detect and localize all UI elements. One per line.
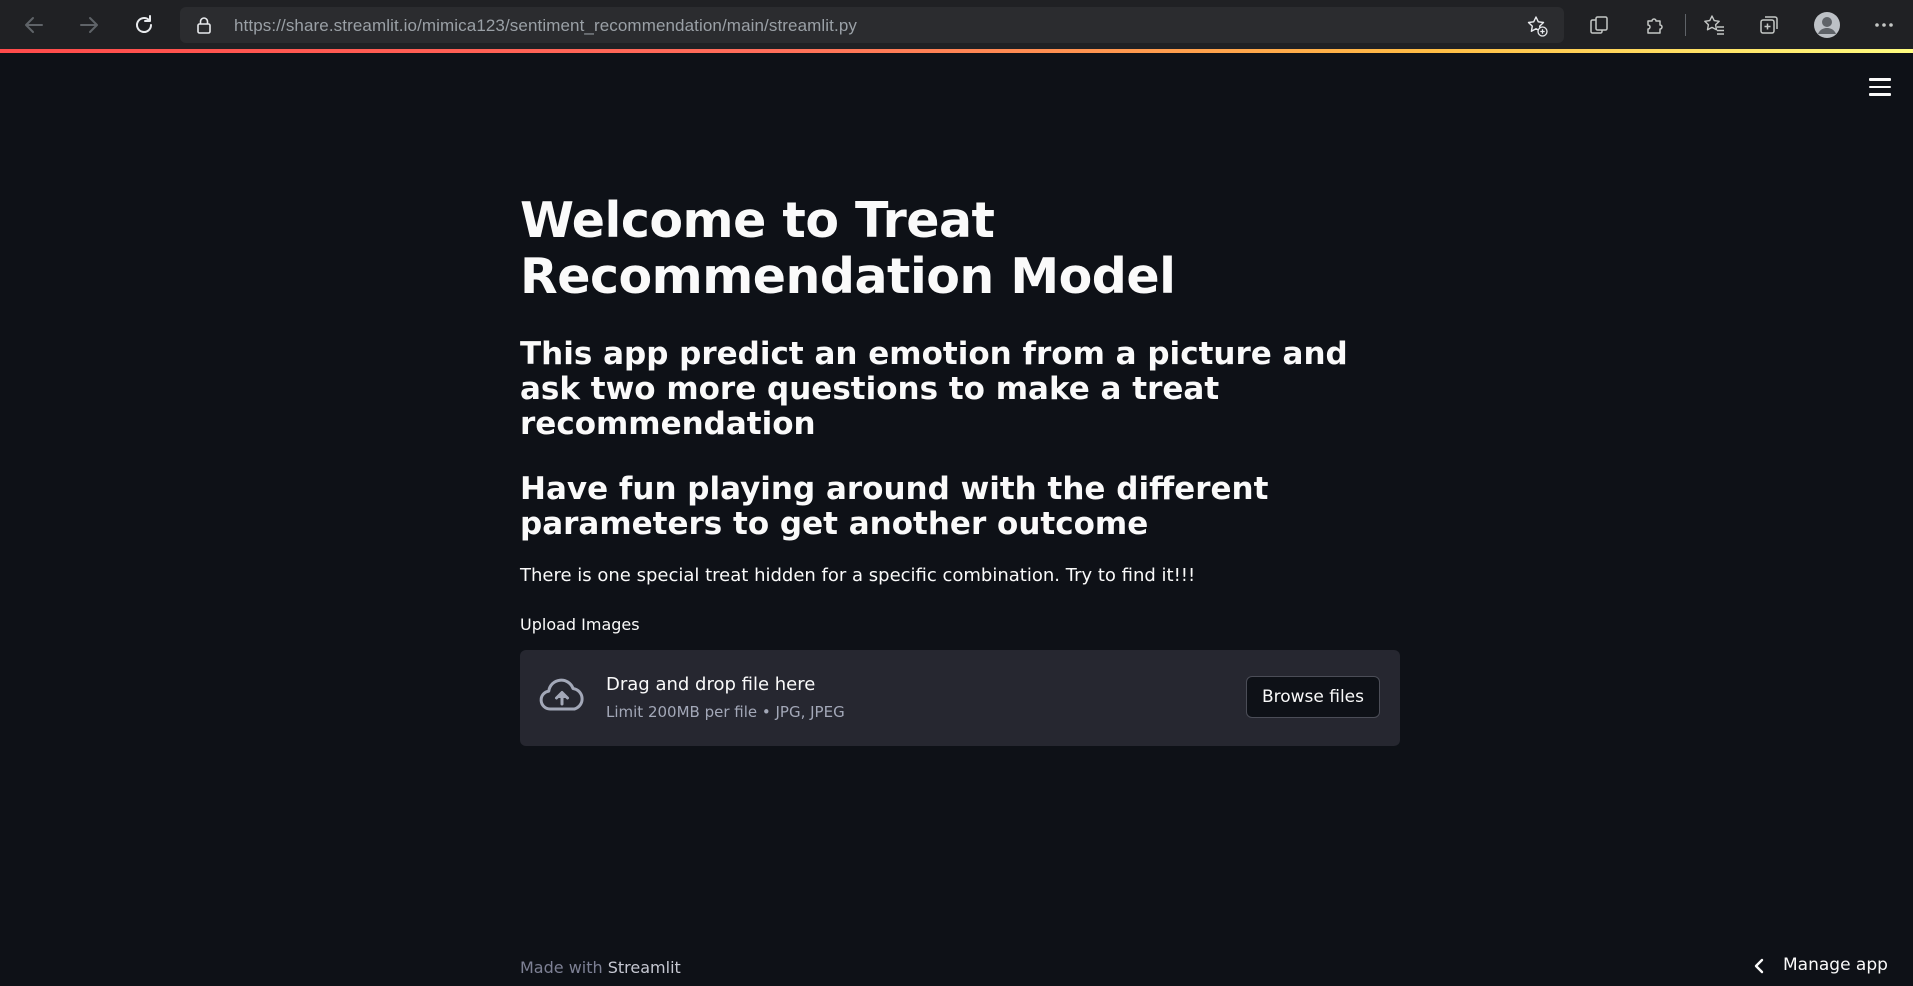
footer-prefix: Made with: [520, 958, 603, 977]
hamburger-menu-icon[interactable]: [1869, 78, 1891, 96]
dropzone-limit: Limit 200MB per file • JPG, JPEG: [606, 703, 845, 721]
url-host: https://share.streamlit.io: [234, 16, 418, 35]
more-dots-icon[interactable]: [1867, 8, 1901, 42]
hint-text: There is one special treat hidden for a …: [520, 565, 1196, 586]
puzzle-icon[interactable]: [1638, 8, 1672, 42]
menu-bar: [1869, 78, 1891, 81]
footer: Made with Streamlit: [520, 958, 681, 977]
app-container: Welcome to Treat Recommendation Model Th…: [0, 53, 1913, 986]
menu-bar: [1869, 93, 1891, 96]
url-path: /mimica123/sentiment_recommendation/main…: [417, 16, 857, 35]
page-title: Welcome to Treat Recommendation Model: [520, 192, 1176, 305]
subtitle-description: This app predict an emotion from a pictu…: [520, 336, 1348, 442]
cloud-upload-icon: [538, 678, 586, 718]
chevron-left-icon: [1753, 958, 1765, 979]
main-content: Welcome to Treat Recommendation Model Th…: [520, 193, 1400, 746]
uploader-label: Upload Images: [520, 615, 640, 634]
address-bar[interactable]: https://share.streamlit.io/mimica123/sen…: [180, 7, 1564, 43]
collections-icon[interactable]: [1752, 8, 1786, 42]
profile-avatar-icon[interactable]: [1810, 8, 1844, 42]
footer-streamlit-link[interactable]: Streamlit: [608, 958, 681, 977]
subtitle-instructions: Have fun playing around with the differe…: [520, 471, 1269, 542]
manage-app-button[interactable]: Manage app: [1733, 946, 1913, 986]
url-text[interactable]: https://share.streamlit.io/mimica123/sen…: [234, 16, 857, 36]
toolbar-separator: [1685, 14, 1686, 36]
dropzone-instruction: Drag and drop file here: [606, 674, 816, 695]
forward-arrow-icon[interactable]: [72, 8, 106, 42]
manage-app-label: Manage app: [1783, 955, 1888, 975]
lock-icon[interactable]: [196, 16, 212, 39]
star-plus-icon[interactable]: [1526, 15, 1548, 42]
favorites-icon[interactable]: [1697, 8, 1731, 42]
file-dropzone[interactable]: Drag and drop file here Limit 200MB per …: [520, 650, 1400, 746]
menu-bar: [1869, 85, 1891, 89]
tab-actions-icon[interactable]: [1582, 8, 1616, 42]
reload-icon[interactable]: [127, 8, 161, 42]
back-arrow-icon[interactable]: [17, 8, 51, 42]
browse-files-button[interactable]: Browse files: [1245, 676, 1380, 718]
browser-toolbar: https://share.streamlit.io/mimica123/sen…: [0, 0, 1913, 49]
